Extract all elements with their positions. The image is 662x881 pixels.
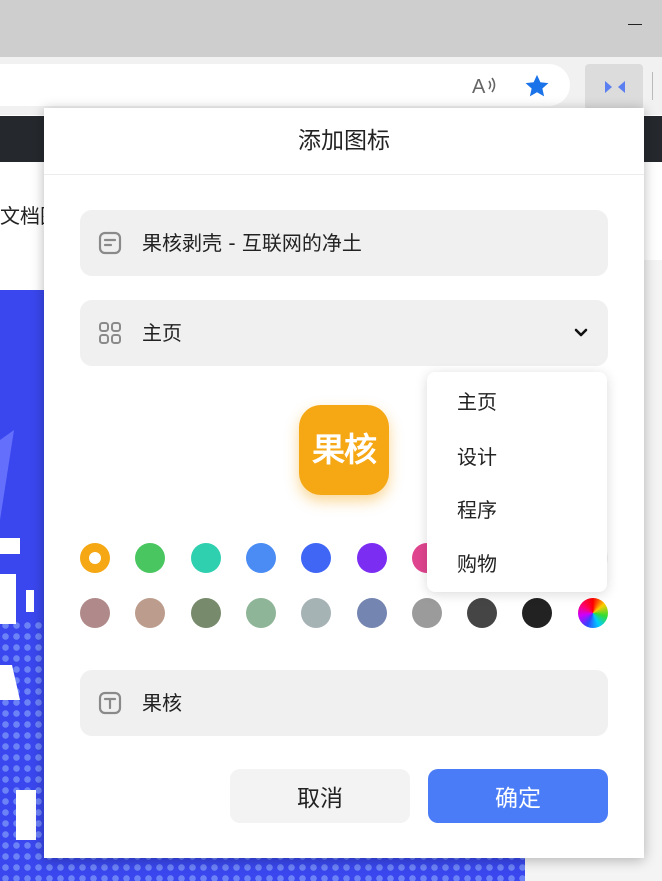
- cancel-button[interactable]: 取消: [230, 769, 410, 823]
- document-icon: [98, 231, 122, 255]
- minimize-icon[interactable]: [628, 24, 642, 25]
- browser-toolbar: [0, 57, 662, 115]
- extension-button[interactable]: [585, 64, 643, 110]
- dropdown-option-home[interactable]: 主页: [457, 387, 497, 417]
- icon-text-field[interactable]: 果核: [80, 670, 608, 736]
- icon-text-value: 果核: [142, 691, 182, 715]
- category-selected-value: 主页: [142, 321, 182, 345]
- color-swatch[interactable]: [522, 598, 552, 628]
- color-swatch[interactable]: [135, 543, 165, 573]
- grid-icon: [99, 322, 121, 344]
- custom-color-picker[interactable]: [578, 598, 608, 628]
- color-swatch[interactable]: [135, 598, 165, 628]
- toolbar-separator: [652, 72, 653, 100]
- window-titlebar: [0, 0, 662, 57]
- category-select[interactable]: 主页: [80, 300, 608, 366]
- color-swatch[interactable]: [467, 598, 497, 628]
- text-icon: [98, 691, 122, 715]
- category-dropdown-menu: 主页 设计 程序 购物: [427, 372, 607, 592]
- dropdown-option-design[interactable]: 设计: [457, 442, 497, 472]
- color-swatch[interactable]: [246, 598, 276, 628]
- dropdown-option-programs[interactable]: 程序: [457, 495, 497, 525]
- extension-icon: [605, 81, 625, 93]
- read-aloud-icon[interactable]: A: [472, 72, 498, 98]
- color-swatch[interactable]: [191, 598, 221, 628]
- confirm-button[interactable]: 确定: [428, 769, 608, 823]
- svg-text:A: A: [472, 76, 486, 98]
- icon-preview: 果核: [299, 405, 389, 495]
- color-swatch[interactable]: [80, 543, 110, 573]
- color-swatch[interactable]: [412, 598, 442, 628]
- color-swatch[interactable]: [357, 598, 387, 628]
- color-swatch[interactable]: [191, 543, 221, 573]
- color-swatch[interactable]: [301, 598, 331, 628]
- color-swatch[interactable]: [246, 543, 276, 573]
- site-title-field[interactable]: 果核剥壳 - 互联网的净土: [80, 210, 608, 276]
- dialog-title: 添加图标: [44, 108, 644, 175]
- color-swatch[interactable]: [301, 543, 331, 573]
- site-title-value: 果核剥壳 - 互联网的净土: [142, 231, 362, 255]
- color-swatch[interactable]: [357, 543, 387, 573]
- chevron-down-icon[interactable]: [574, 326, 588, 340]
- color-swatch[interactable]: [80, 598, 110, 628]
- star-icon[interactable]: [523, 72, 551, 100]
- dropdown-option-shopping[interactable]: 购物: [457, 549, 497, 579]
